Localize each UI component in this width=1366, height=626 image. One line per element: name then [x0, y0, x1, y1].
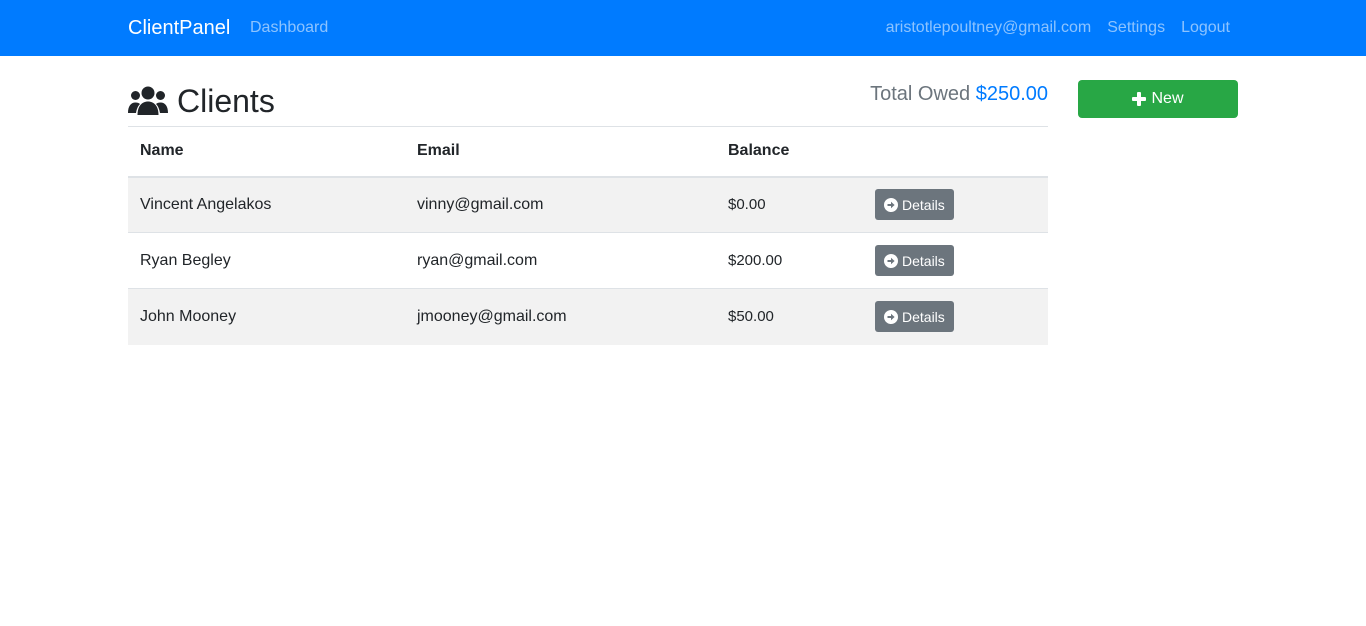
arrow-circle-right-icon: [884, 197, 898, 212]
cell-actions: Details: [863, 176, 1048, 233]
top-navbar: ClientPanel Dashboard aristotlepoultney@…: [0, 0, 1366, 56]
total-owed-value: $250.00: [975, 83, 1048, 105]
column-header-balance: Balance: [716, 126, 863, 178]
users-icon: [128, 85, 168, 117]
column-header-actions: [863, 126, 1048, 178]
column-header-name: Name: [128, 126, 405, 178]
details-button-label: Details: [902, 196, 945, 213]
details-button[interactable]: Details: [875, 301, 954, 333]
clients-heading: Clients: [177, 83, 275, 119]
cell-name: Ryan Begley: [128, 232, 405, 289]
table-row: John Mooney jmooney@gmail.com $50.00 Det…: [128, 288, 1048, 345]
arrow-circle-right-icon: [884, 309, 898, 324]
new-button-label: New: [1151, 90, 1184, 107]
cell-name: John Mooney: [128, 288, 405, 345]
details-button[interactable]: Details: [875, 189, 954, 221]
total-owed: Total Owed $250.00: [870, 82, 1048, 106]
details-button-label: Details: [902, 252, 945, 269]
dashboard-link[interactable]: Dashboard: [250, 18, 328, 38]
column-header-email: Email: [405, 126, 716, 178]
new-client-button[interactable]: New: [1078, 80, 1238, 118]
arrow-circle-right-icon: [884, 253, 898, 268]
cell-email: ryan@gmail.com: [405, 232, 716, 289]
table-header-row: Name Email Balance: [128, 126, 1048, 178]
cell-email: jmooney@gmail.com: [405, 288, 716, 345]
table-row: Vincent Angelakos vinny@gmail.com $0.00 …: [128, 176, 1048, 233]
nav-right-group: aristotlepoultney@gmail.com Settings Log…: [886, 18, 1230, 38]
total-owed-label: Total Owed: [870, 83, 971, 105]
user-email-link[interactable]: aristotlepoultney@gmail.com: [886, 18, 1092, 38]
settings-link[interactable]: Settings: [1107, 18, 1165, 38]
cell-name: Vincent Angelakos: [128, 176, 405, 233]
table-row: Ryan Begley ryan@gmail.com $200.00 Detai…: [128, 232, 1048, 289]
brand-link[interactable]: ClientPanel: [128, 16, 230, 40]
cell-email: vinny@gmail.com: [405, 176, 716, 233]
cell-balance: $50.00: [716, 288, 863, 345]
cell-balance: $0.00: [716, 176, 863, 233]
details-button-label: Details: [902, 308, 945, 325]
details-button[interactable]: Details: [875, 245, 954, 276]
cell-actions: Details: [863, 288, 1048, 345]
cell-balance: $200.00: [716, 232, 863, 289]
clients-table: Name Email Balance Vincent Angelakos vin…: [128, 126, 1048, 345]
plus-icon: [1132, 92, 1147, 106]
cell-actions: Details: [863, 232, 1048, 289]
logout-link[interactable]: Logout: [1181, 18, 1230, 38]
page-title: Clients: [128, 82, 275, 120]
